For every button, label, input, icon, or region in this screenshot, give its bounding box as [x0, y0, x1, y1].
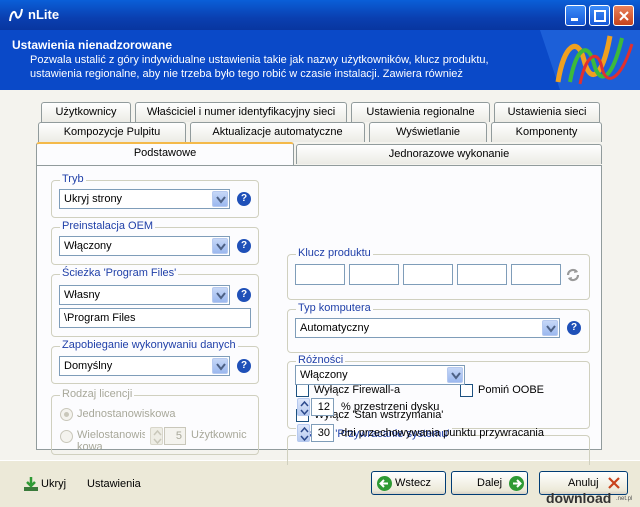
computer-type-help-icon[interactable]: ? [567, 321, 581, 335]
license-count-value[interactable]: 5 [164, 427, 186, 445]
dropdown-arrow-icon [212, 287, 228, 303]
close-button[interactable] [613, 5, 634, 26]
download-brand-watermark: download [546, 490, 612, 506]
license-multi-radio[interactable] [60, 430, 73, 443]
retention-days-value[interactable]: 30 [311, 424, 334, 442]
mode-value: Ukryj strony [64, 193, 123, 205]
tab-automatic-updates[interactable]: Aktualizacje automatyczne [190, 122, 365, 142]
program-files-help-icon[interactable]: ? [237, 288, 251, 302]
dep-select[interactable]: Domyślny [59, 356, 230, 376]
page-header: Ustawienia nienadzorowane Pozwala ustali… [0, 30, 640, 90]
product-key-part-5[interactable] [511, 264, 561, 285]
program-files-value: Własny [64, 289, 101, 301]
nlite-app-icon [9, 8, 23, 22]
settings-button[interactable]: Ustawienia [87, 478, 141, 490]
computer-type-label: Typ komputera [296, 302, 373, 314]
tab-users[interactable]: Użytkownicy [41, 102, 131, 122]
retention-days-label: dni przechowywania punktu przywracania [341, 427, 544, 439]
next-arrow-icon [509, 476, 524, 491]
disk-space-value[interactable]: 12 [311, 398, 334, 416]
back-button[interactable]: Wstecz [371, 471, 446, 495]
spin-arrows-icon [153, 429, 162, 445]
dropdown-arrow-icon [212, 238, 228, 254]
maximize-icon [594, 10, 606, 22]
skip-oobe-label: Pomiń OOBE [478, 384, 545, 396]
tab-network-settings[interactable]: Ustawienia sieci [494, 102, 600, 122]
tab-regional-settings[interactable]: Ustawienia regionalne [351, 102, 490, 122]
dep-label: Zapobieganie wykonywaniu danych [60, 339, 238, 351]
tab-display[interactable]: Wyświetlanie [369, 122, 487, 142]
oem-select[interactable]: Włączony [59, 236, 230, 256]
window-title: nLite [28, 7, 60, 22]
minimize-button[interactable] [565, 5, 586, 26]
dropdown-arrow-icon [212, 191, 228, 207]
disable-firewall-checkbox[interactable] [296, 384, 309, 397]
cancel-label: Anuluj [568, 477, 599, 489]
back-label: Wstecz [395, 477, 432, 489]
disk-space-label: % przestrzeni dysku [341, 401, 440, 413]
close-icon [619, 11, 629, 21]
license-users-label: Użytkownic [191, 429, 247, 441]
dropdown-arrow-icon [447, 367, 463, 383]
dep-value: Domyślny [64, 360, 113, 372]
minimize-icon [571, 18, 578, 21]
tab-components[interactable]: Komponenty [491, 122, 602, 142]
system-restore-value: Włączony [300, 369, 348, 381]
oem-help-icon[interactable]: ? [237, 239, 251, 253]
spin-arrows-icon [300, 426, 309, 442]
oem-label: Preinstalacja OEM [60, 220, 156, 232]
tab-owner-network-id[interactable]: Właściciel i numer identyfikacyjny sieci [135, 102, 347, 122]
oem-value: Włączony [64, 240, 112, 252]
hide-download-icon[interactable] [23, 476, 39, 492]
page-description: Pozwala ustalić z góry indywidualne usta… [30, 54, 489, 80]
program-files-path-input[interactable]: \Program Files [59, 308, 251, 328]
program-files-select[interactable]: Własny [59, 285, 230, 305]
maximize-button[interactable] [589, 5, 610, 26]
license-count-spinner[interactable] [150, 427, 163, 445]
skip-oobe-checkbox[interactable] [460, 384, 473, 397]
mode-help-icon[interactable]: ? [237, 192, 251, 206]
wizard-footer: Ukryj Ustawienia Wstecz Dalej Anuluj dow… [0, 460, 640, 507]
program-files-label: Ścieżka 'Program Files' [60, 267, 179, 279]
product-key-part-3[interactable] [403, 264, 453, 285]
mode-select[interactable]: Ukryj strony [59, 189, 230, 209]
next-button[interactable]: Dalej [451, 471, 528, 495]
title-bar: nLite [0, 0, 640, 30]
next-label: Dalej [477, 477, 503, 489]
mode-label: Tryb [60, 173, 86, 185]
download-brand-suffix: .net.pl [616, 496, 633, 502]
nlite-logo-icon [540, 30, 640, 90]
hide-button[interactable]: Ukryj [41, 478, 66, 490]
license-single-label: Jednostanowiskowa [77, 408, 176, 420]
computer-type-select[interactable]: Automatyczny [295, 318, 560, 338]
license-multi-label: Wielostanowis kowa [77, 429, 145, 449]
cancel-x-icon [608, 477, 620, 489]
disk-space-spinner[interactable] [297, 398, 310, 416]
license-single-radio[interactable] [60, 408, 73, 421]
tab-basic[interactable]: Podstawowe [36, 142, 294, 165]
product-key-label: Klucz produktu [296, 247, 373, 259]
system-restore-select[interactable]: Włączony [295, 365, 465, 385]
page-title: Ustawienia nienadzorowane [12, 38, 173, 52]
disable-firewall-label: Wyłącz Firewall-a [314, 384, 401, 396]
dropdown-arrow-icon [542, 320, 558, 336]
back-arrow-icon [377, 476, 392, 491]
spin-arrows-icon [300, 400, 309, 416]
tab-run-once[interactable]: Jednorazowe wykonanie [296, 144, 602, 164]
product-key-part-2[interactable] [349, 264, 399, 285]
program-files-path-value: \Program Files [64, 312, 136, 324]
license-label: Rodzaj licencji [60, 388, 135, 400]
tab-desktop-themes[interactable]: Kompozycje Pulpitu [38, 122, 186, 142]
dropdown-arrow-icon [212, 358, 228, 374]
dep-help-icon[interactable]: ? [237, 359, 251, 373]
content-area: Użytkownicy Właściciel i numer identyfik… [0, 90, 640, 465]
computer-type-value: Automatyczny [300, 322, 370, 334]
product-key-part-1[interactable] [295, 264, 345, 285]
retention-days-spinner[interactable] [297, 424, 310, 442]
product-key-part-4[interactable] [457, 264, 507, 285]
generate-key-icon[interactable] [565, 268, 581, 282]
